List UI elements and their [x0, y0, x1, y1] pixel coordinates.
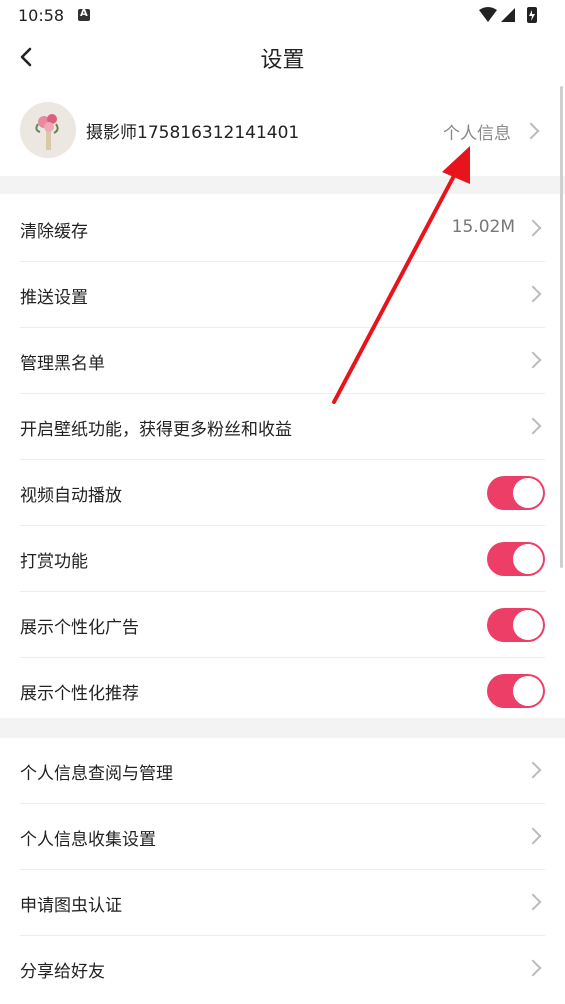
scrollbar[interactable] [560, 86, 563, 568]
chevron-right-icon [524, 761, 542, 779]
autoplay-toggle-row: 视频自动播放 [20, 460, 545, 526]
push-settings-row[interactable]: 推送设置 [20, 262, 545, 328]
row-label: 管理黑名单 [20, 354, 105, 374]
flower-bouquet-icon [20, 102, 76, 158]
status-time: 10:58 [18, 6, 65, 25]
chevron-right-icon [522, 122, 540, 140]
personalized-recs-toggle-row: 展示个性化推荐 [20, 658, 545, 723]
row-label: 个人信息查阅与管理 [20, 764, 173, 784]
row-label: 申请图虫认证 [20, 896, 122, 916]
row-label: 展示个性化推荐 [20, 684, 139, 704]
row-label: 清除缓存 [20, 222, 88, 242]
system-status-icons [479, 7, 537, 23]
chevron-right-icon [524, 417, 542, 435]
row-label: 分享给好友 [20, 962, 105, 982]
personalized-recs-toggle[interactable] [487, 674, 545, 708]
section-divider [0, 176, 565, 194]
profile-row[interactable]: 摄影师175816312141401 个人信息 [0, 88, 565, 174]
autoplay-toggle[interactable] [487, 476, 545, 510]
row-label: 个人信息收集设置 [20, 830, 156, 850]
status-bar: 10:58 [0, 0, 565, 32]
share-with-friends-row[interactable]: 分享给好友 [20, 936, 545, 1001]
row-label: 打赏功能 [20, 552, 88, 572]
toggle-knob [513, 610, 543, 640]
settings-list-general: 清除缓存 15.02M 推送设置 管理黑名单 开启壁纸功能，获得更多粉丝和收益 … [0, 196, 565, 723]
apply-certification-row[interactable]: 申请图虫认证 [20, 870, 545, 936]
notification-icon [78, 8, 90, 21]
personal-info-review-row[interactable]: 个人信息查阅与管理 [20, 738, 545, 804]
toggle-knob [513, 676, 543, 706]
settings-list-privacy: 个人信息查阅与管理 个人信息收集设置 申请图虫认证 分享给好友 [0, 738, 565, 1001]
row-label: 开启壁纸功能，获得更多粉丝和收益 [20, 420, 292, 440]
section-divider [0, 718, 565, 738]
username: 摄影师175816312141401 [86, 123, 300, 143]
chevron-right-icon [524, 285, 542, 303]
chevron-right-icon [524, 893, 542, 911]
blacklist-row[interactable]: 管理黑名单 [20, 328, 545, 394]
clear-cache-row[interactable]: 清除缓存 15.02M [20, 196, 545, 262]
page-title: 设置 [260, 48, 305, 73]
reward-toggle[interactable] [487, 542, 545, 576]
signal-icon [501, 8, 515, 22]
row-label: 展示个性化广告 [20, 618, 139, 638]
row-label: 视频自动播放 [20, 486, 122, 506]
row-label: 推送设置 [20, 288, 88, 308]
toggle-knob [513, 478, 543, 508]
cache-size-value: 15.02M [451, 217, 515, 237]
profile-info-link[interactable]: 个人信息 [443, 119, 511, 144]
chevron-right-icon [524, 827, 542, 845]
wifi-icon [479, 7, 497, 22]
personalized-ads-toggle-row: 展示个性化广告 [20, 592, 545, 658]
title-bar: 设置 [0, 32, 565, 82]
chevron-right-icon [524, 959, 542, 977]
chevron-right-icon [524, 351, 542, 369]
personal-info-collection-row[interactable]: 个人信息收集设置 [20, 804, 545, 870]
toggle-knob [513, 544, 543, 574]
wallpaper-feature-row[interactable]: 开启壁纸功能，获得更多粉丝和收益 [20, 394, 545, 460]
personalized-ads-toggle[interactable] [487, 608, 545, 642]
avatar[interactable] [20, 102, 76, 158]
reward-toggle-row: 打赏功能 [20, 526, 545, 592]
chevron-right-icon [524, 219, 542, 237]
